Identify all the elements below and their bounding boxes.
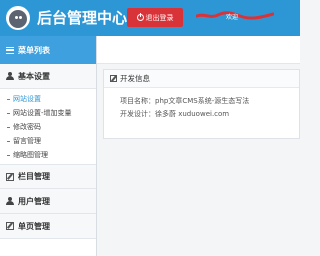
edit-icon xyxy=(6,172,14,181)
item-label: 网站设置 xyxy=(13,95,41,103)
dev-info-panel: 开发信息 项目名称：php文章CMS系统-源生态写法 开发设计：徐多蔚 xudu… xyxy=(103,69,300,139)
item-label: 留言管理 xyxy=(13,137,41,145)
top-header: 后台管理中心 退出登录 欢迎 xyxy=(0,0,300,36)
logout-button[interactable]: 退出登录 xyxy=(127,8,183,27)
sidebar-group-page-management[interactable]: 单页管理 xyxy=(0,214,96,239)
sidebar-item-message-management[interactable]: 留言管理 xyxy=(0,134,96,148)
group-label: 用户管理 xyxy=(18,196,50,206)
power-icon xyxy=(136,13,144,21)
menu-list-header: 菜单列表 xyxy=(0,36,96,64)
welcome-text: 欢迎 xyxy=(226,14,239,21)
sidebar-item-thumbnail-management[interactable]: 缩略图管理 xyxy=(0,148,96,162)
edit-icon xyxy=(6,222,14,230)
group-label: 基本设置 xyxy=(18,71,50,81)
logo-avatar xyxy=(6,6,30,30)
panel-header: 开发信息 xyxy=(104,70,299,88)
sidebar-group-user-management[interactable]: 用户管理 xyxy=(0,189,96,214)
logout-label: 退出登录 xyxy=(145,13,174,22)
menu-list-title: 菜单列表 xyxy=(18,45,50,55)
content-top-bar xyxy=(97,36,300,64)
item-label: 修改密码 xyxy=(13,123,41,131)
group-label: 栏目管理 xyxy=(18,172,50,181)
panel-body: 项目名称：php文章CMS系统-源生态写法 开发设计：徐多蔚 xuduowei.… xyxy=(104,88,299,121)
app-title: 后台管理中心 xyxy=(37,9,128,27)
panel-title: 开发信息 xyxy=(120,74,150,83)
user-icon xyxy=(6,197,14,205)
item-label: 网站设置-增加变量 xyxy=(13,109,72,117)
sidebar-item-change-password[interactable]: 修改密码 xyxy=(0,120,96,134)
sidebar: 菜单列表 基本设置 网站设置 网站设置-增加变量 修改密码 留言管理 缩略图管理… xyxy=(0,36,97,256)
main-content: 开发信息 项目名称：php文章CMS系统-源生态写法 开发设计：徐多蔚 xudu… xyxy=(97,36,300,256)
sidebar-group-basic-settings[interactable]: 基本设置 xyxy=(0,64,96,89)
project-name-line: 项目名称：php文章CMS系统-源生态写法 xyxy=(120,97,250,105)
user-icon xyxy=(6,72,14,80)
group-label: 单页管理 xyxy=(18,221,50,231)
sidebar-item-site-settings-add-variable[interactable]: 网站设置-增加变量 xyxy=(0,106,96,120)
sidebar-group-column-management[interactable]: 栏目管理 xyxy=(0,164,96,189)
basic-settings-submenu: 网站设置 网站设置-增加变量 修改密码 留言管理 缩略图管理 xyxy=(0,89,96,164)
menu-icon xyxy=(6,46,14,54)
developer-line: 开发设计：徐多蔚 xuduowei.com xyxy=(120,110,230,118)
sidebar-item-site-settings[interactable]: 网站设置 xyxy=(0,92,96,106)
item-label: 缩略图管理 xyxy=(13,151,48,159)
edit-icon xyxy=(110,75,117,82)
